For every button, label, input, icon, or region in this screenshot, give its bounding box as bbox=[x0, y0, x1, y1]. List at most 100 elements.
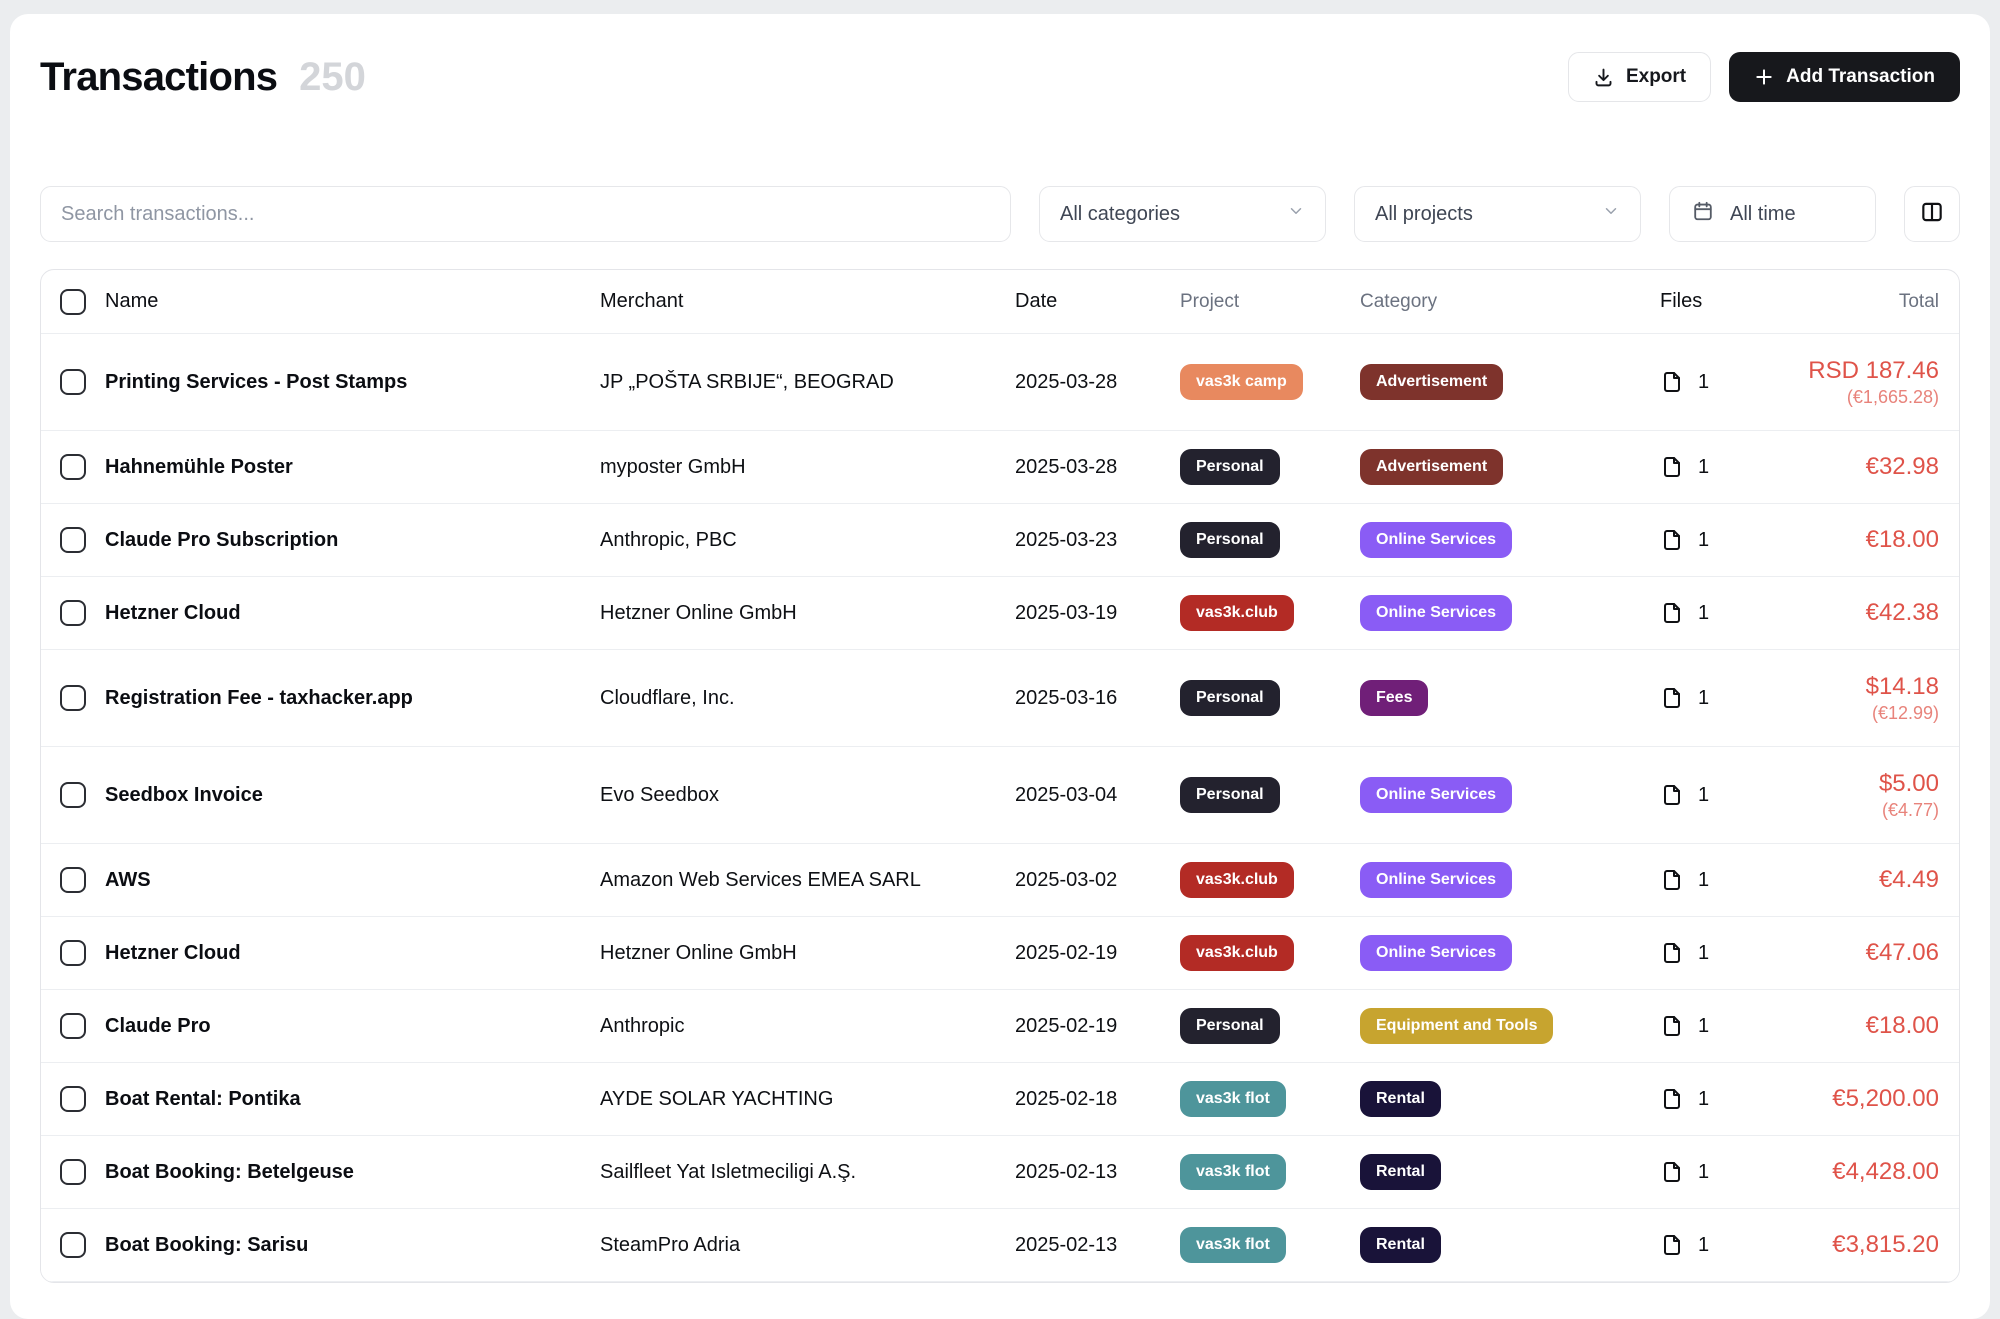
total-cell: RSD 187.46(€1,665.28) bbox=[1780, 356, 1959, 409]
add-transaction-button[interactable]: Add Transaction bbox=[1729, 52, 1960, 102]
column-header-total[interactable]: Total bbox=[1780, 290, 1959, 314]
file-icon bbox=[1660, 1160, 1684, 1184]
total-primary: $5.00 bbox=[1780, 769, 1939, 799]
project-badge: Personal bbox=[1180, 680, 1280, 717]
transaction-row[interactable]: Printing Services - Post StampsJP „POŠTA… bbox=[41, 334, 1959, 431]
date-cell: 2025-02-19 bbox=[1015, 1015, 1180, 1038]
project-cell: vas3k.club bbox=[1180, 935, 1360, 972]
category-badge: Advertisement bbox=[1360, 449, 1503, 486]
add-transaction-label: Add Transaction bbox=[1786, 66, 1935, 88]
row-checkbox[interactable] bbox=[60, 1086, 86, 1112]
total-primary: RSD 187.46 bbox=[1780, 356, 1939, 386]
category-badge: Online Services bbox=[1360, 595, 1512, 632]
projects-filter[interactable]: All projects bbox=[1354, 186, 1641, 242]
files-cell: 1 bbox=[1660, 1014, 1780, 1038]
category-badge: Fees bbox=[1360, 680, 1428, 717]
row-checkbox[interactable] bbox=[60, 600, 86, 626]
total-cell: €5,200.00 bbox=[1780, 1084, 1959, 1114]
date-cell: 2025-02-13 bbox=[1015, 1161, 1180, 1184]
row-checkbox[interactable] bbox=[60, 454, 86, 480]
total-cell: €4.49 bbox=[1780, 865, 1959, 895]
chevron-down-icon bbox=[1602, 202, 1620, 226]
column-header-files[interactable]: Files bbox=[1660, 290, 1780, 313]
transaction-row[interactable]: Boat Rental: PontikaAYDE SOLAR YACHTING2… bbox=[41, 1063, 1959, 1136]
table-header-row: Name Merchant Date Project Category File… bbox=[41, 270, 1959, 334]
row-checkbox[interactable] bbox=[60, 940, 86, 966]
plus-icon bbox=[1754, 67, 1774, 87]
column-header-category[interactable]: Category bbox=[1360, 291, 1660, 313]
category-badge: Rental bbox=[1360, 1154, 1441, 1191]
page-header: Transactions 250 Export Add Transaction bbox=[40, 50, 1960, 104]
files-count: 1 bbox=[1698, 456, 1709, 479]
name-cell: Registration Fee - taxhacker.app bbox=[105, 687, 600, 710]
row-checkbox-cell bbox=[41, 1159, 105, 1185]
category-badge: Online Services bbox=[1360, 862, 1512, 899]
merchant-cell: Hetzner Online GmbH bbox=[600, 602, 1015, 625]
merchant-cell: Cloudflare, Inc. bbox=[600, 687, 1015, 710]
name-cell: Boat Rental: Pontika bbox=[105, 1088, 600, 1111]
column-header-merchant[interactable]: Merchant bbox=[600, 290, 1015, 313]
file-icon bbox=[1660, 941, 1684, 965]
row-checkbox[interactable] bbox=[60, 685, 86, 711]
column-header-project[interactable]: Project bbox=[1180, 291, 1360, 313]
category-cell: Rental bbox=[1360, 1081, 1660, 1118]
search-input[interactable] bbox=[40, 186, 1011, 242]
row-checkbox-cell bbox=[41, 454, 105, 480]
file-icon bbox=[1660, 1233, 1684, 1257]
row-checkbox[interactable] bbox=[60, 527, 86, 553]
project-badge: vas3k.club bbox=[1180, 595, 1294, 632]
chevron-down-icon bbox=[1287, 202, 1305, 226]
category-cell: Online Services bbox=[1360, 595, 1660, 632]
column-settings-button[interactable] bbox=[1904, 186, 1960, 242]
transaction-row[interactable]: Boat Booking: SarisuSteamPro Adria2025-0… bbox=[41, 1209, 1959, 1282]
categories-filter[interactable]: All categories bbox=[1039, 186, 1326, 242]
category-badge: Rental bbox=[1360, 1081, 1441, 1118]
row-checkbox[interactable] bbox=[60, 1232, 86, 1258]
transaction-row[interactable]: Hahnemühle Postermyposter GmbH2025-03-28… bbox=[41, 431, 1959, 504]
total-primary: €47.06 bbox=[1780, 938, 1939, 968]
files-count: 1 bbox=[1698, 1161, 1709, 1184]
name-cell: Printing Services - Post Stamps bbox=[105, 371, 600, 394]
project-cell: vas3k camp bbox=[1180, 364, 1360, 401]
transaction-row[interactable]: Boat Booking: BetelgeuseSailfleet Yat Is… bbox=[41, 1136, 1959, 1209]
total-primary: €5,200.00 bbox=[1780, 1084, 1939, 1114]
merchant-cell: Hetzner Online GmbH bbox=[600, 942, 1015, 965]
files-count: 1 bbox=[1698, 1234, 1709, 1257]
date-range-filter[interactable]: All time bbox=[1669, 186, 1876, 242]
transaction-row[interactable]: Claude Pro SubscriptionAnthropic, PBC202… bbox=[41, 504, 1959, 577]
row-checkbox[interactable] bbox=[60, 1013, 86, 1039]
row-checkbox[interactable] bbox=[60, 1159, 86, 1185]
category-badge: Online Services bbox=[1360, 935, 1512, 972]
transaction-row[interactable]: Hetzner CloudHetzner Online GmbH2025-03-… bbox=[41, 577, 1959, 650]
transaction-row[interactable]: Hetzner CloudHetzner Online GmbH2025-02-… bbox=[41, 917, 1959, 990]
file-icon bbox=[1660, 601, 1684, 625]
columns-icon bbox=[1919, 199, 1945, 230]
column-header-date[interactable]: Date bbox=[1015, 290, 1180, 313]
files-cell: 1 bbox=[1660, 370, 1780, 394]
export-button[interactable]: Export bbox=[1568, 52, 1711, 102]
project-badge: vas3k flot bbox=[1180, 1154, 1286, 1191]
transaction-row[interactable]: Claude ProAnthropic2025-02-19PersonalEqu… bbox=[41, 990, 1959, 1063]
total-primary: €18.00 bbox=[1780, 525, 1939, 555]
transaction-row[interactable]: AWSAmazon Web Services EMEA SARL2025-03-… bbox=[41, 844, 1959, 917]
total-cell: €18.00 bbox=[1780, 525, 1959, 555]
total-cell: €32.98 bbox=[1780, 452, 1959, 482]
date-cell: 2025-03-28 bbox=[1015, 456, 1180, 479]
total-cell: €18.00 bbox=[1780, 1011, 1959, 1041]
total-primary: €42.38 bbox=[1780, 598, 1939, 628]
download-icon bbox=[1593, 67, 1614, 88]
transaction-row[interactable]: Seedbox InvoiceEvo Seedbox2025-03-04Pers… bbox=[41, 747, 1959, 844]
transaction-row[interactable]: Registration Fee - taxhacker.appCloudfla… bbox=[41, 650, 1959, 747]
total-cell: €47.06 bbox=[1780, 938, 1959, 968]
transactions-count: 250 bbox=[299, 55, 366, 100]
project-badge: vas3k flot bbox=[1180, 1227, 1286, 1264]
row-checkbox[interactable] bbox=[60, 782, 86, 808]
row-checkbox[interactable] bbox=[60, 867, 86, 893]
row-checkbox-cell bbox=[41, 1232, 105, 1258]
row-checkbox[interactable] bbox=[60, 369, 86, 395]
column-header-name[interactable]: Name bbox=[105, 290, 600, 313]
category-cell: Online Services bbox=[1360, 935, 1660, 972]
select-all-checkbox[interactable] bbox=[60, 289, 86, 315]
files-cell: 1 bbox=[1660, 941, 1780, 965]
name-cell: Claude Pro bbox=[105, 1015, 600, 1038]
